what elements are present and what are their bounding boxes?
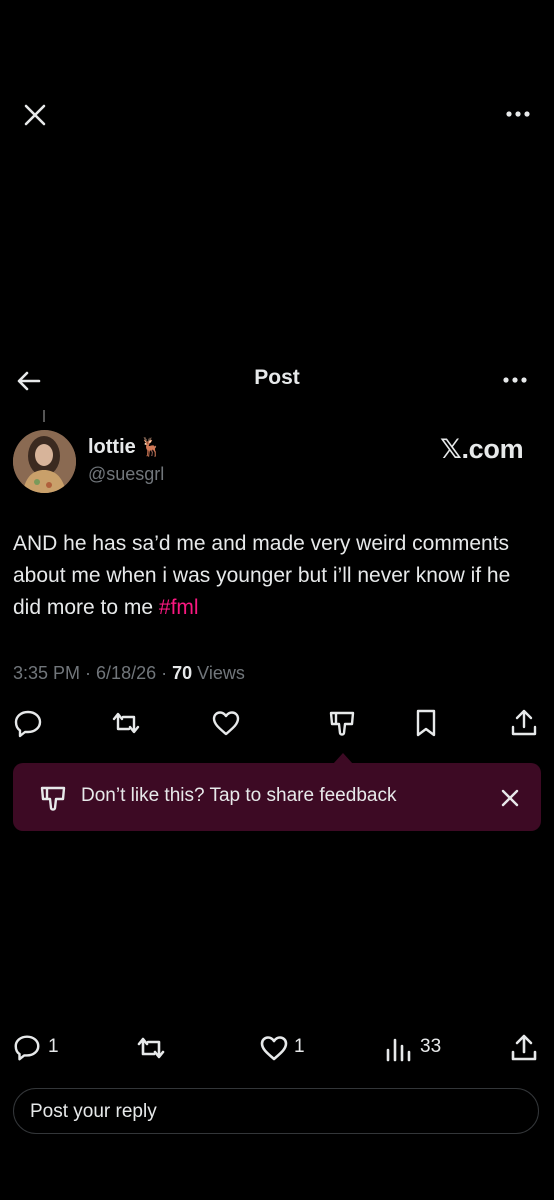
reply-input[interactable]: Post your reply xyxy=(13,1088,539,1134)
reply-icon[interactable] xyxy=(12,707,44,739)
close-icon[interactable] xyxy=(22,102,48,128)
avatar[interactable] xyxy=(13,430,76,493)
more-icon[interactable] xyxy=(504,104,532,124)
post-text: AND he has sa’d me and made very weird c… xyxy=(13,532,511,619)
hashtag-link[interactable]: #fml xyxy=(159,596,199,619)
bottom-share-button[interactable] xyxy=(508,1032,540,1064)
share-icon[interactable] xyxy=(508,707,540,739)
display-name[interactable]: lottie 🦌 xyxy=(88,436,162,459)
share-icon xyxy=(508,1032,540,1064)
feedback-banner[interactable]: Don’t like this? Tap to share feedback xyxy=(13,763,541,831)
post-time: 3:35 PM xyxy=(13,663,81,683)
like-count: 1 xyxy=(294,1036,305,1057)
bookmark-icon[interactable] xyxy=(410,707,442,739)
repost-icon xyxy=(135,1032,175,1064)
thumbs-down-icon[interactable] xyxy=(326,707,358,739)
feedback-text: Don’t like this? Tap to share feedback xyxy=(81,785,397,806)
reply-icon xyxy=(12,1032,82,1062)
post-date: 6/18/26 xyxy=(96,663,157,683)
thread-connector xyxy=(43,410,45,422)
views-count: 70 xyxy=(172,663,193,683)
post-meta: 3:35 PM · 6/18/26 · 70 Views xyxy=(13,663,245,683)
bottom-reply-button[interactable]: 1 xyxy=(12,1032,82,1064)
page-title: Post xyxy=(254,366,300,389)
heart-icon[interactable] xyxy=(210,707,242,739)
more-icon[interactable] xyxy=(500,370,530,390)
bottom-repost-button[interactable] xyxy=(135,1032,175,1064)
deer-emoji: 🦌 xyxy=(139,437,163,457)
close-icon[interactable] xyxy=(497,785,523,811)
reply-count: 1 xyxy=(48,1036,59,1057)
views-count: 33 xyxy=(420,1036,442,1057)
handle[interactable]: @suesgrl xyxy=(88,464,164,485)
bottom-views-button[interactable]: 33 xyxy=(384,1032,464,1064)
bottom-like-button[interactable]: 1 xyxy=(258,1032,328,1064)
reply-placeholder: Post your reply xyxy=(30,1101,157,1122)
x-com-badge: 𝕏.com xyxy=(440,434,524,464)
views-label: Views xyxy=(197,663,245,683)
thumbs-down-icon xyxy=(37,782,69,814)
repost-icon[interactable] xyxy=(110,707,142,739)
heart-icon xyxy=(258,1032,328,1064)
